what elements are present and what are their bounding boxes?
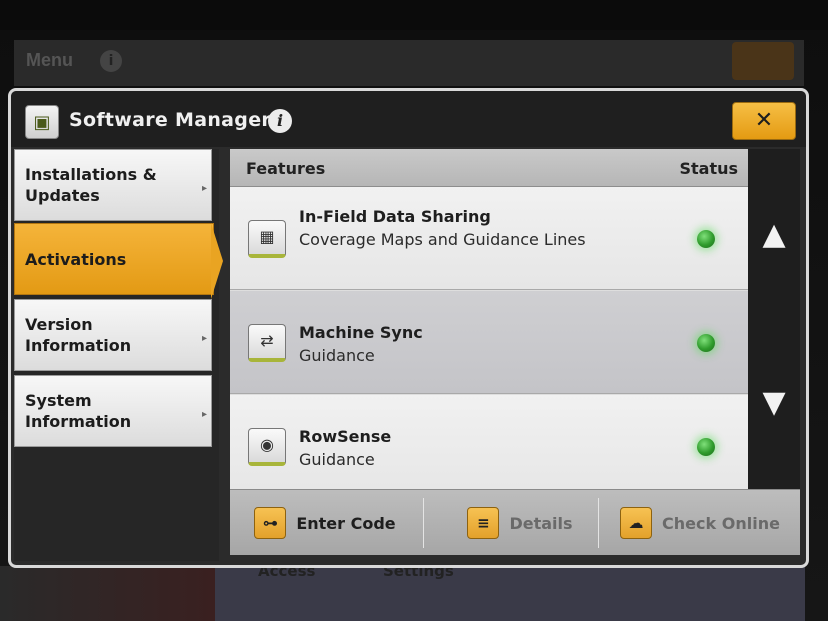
sidebar-item-system-information[interactable]: System Information ▸ <box>14 375 212 447</box>
status-active-icon <box>697 230 715 248</box>
sidebar-item-label: Activations <box>25 249 127 269</box>
key-icon: ⊶ <box>254 507 287 539</box>
features-table-header: Features Status <box>230 149 748 187</box>
scroll-up-button[interactable]: ▲ <box>748 149 800 317</box>
bottom-toolbar: ⊶ Enter Code ≡ Details ☁ Check Online <box>230 489 800 555</box>
sidebar-item-label: Version Information <box>25 315 132 355</box>
background-close-button <box>732 42 794 80</box>
sidebar-item-activations[interactable]: Activations <box>14 223 214 295</box>
cloud-download-icon: ☁ <box>620 507 653 539</box>
column-header-features: Features <box>246 159 326 178</box>
active-tab-pointer <box>211 223 223 299</box>
machine-sync-icon: ⇄ <box>248 324 286 362</box>
sidebar: Installations & Updates ▸ Activations Ve… <box>14 149 219 561</box>
column-header-status: Status <box>679 159 738 178</box>
details-button[interactable]: ≡ Details <box>425 490 615 556</box>
dialog-header: ▣ Software Manager i ✕ <box>11 91 806 147</box>
scroll-column: ▲ ▼ <box>748 149 800 489</box>
dialog-title: Software Manager <box>69 109 272 131</box>
enter-code-label: Enter Code <box>296 513 396 533</box>
data-sharing-icon: ▦ <box>248 220 286 258</box>
sidebar-item-installations-updates[interactable]: Installations & Updates ▸ <box>14 149 212 221</box>
background-bottom-left <box>0 566 215 621</box>
chevron-right-icon: ▸ <box>201 183 207 194</box>
status-active-icon <box>697 438 715 456</box>
info-icon[interactable]: i <box>268 109 292 133</box>
background-titlebar <box>14 40 804 86</box>
scroll-down-button[interactable]: ▼ <box>748 321 800 489</box>
feature-name: RowSense <box>299 427 392 446</box>
rowsense-icon: ◉ <box>248 428 286 466</box>
close-button[interactable]: ✕ <box>732 102 796 140</box>
features-panel: Features Status ▦ In-Field Data Sharing … <box>230 149 748 498</box>
background-info-icon: i <box>100 50 122 72</box>
background-menu-title: Menu <box>26 50 73 70</box>
feature-row[interactable]: ⇄ Machine Sync Guidance <box>230 291 748 394</box>
feature-description: Guidance <box>299 346 375 365</box>
check-online-label: Check Online <box>662 513 780 533</box>
sidebar-item-label: Installations & Updates <box>25 165 157 205</box>
toolbar-divider <box>598 498 599 548</box>
check-online-button[interactable]: ☁ Check Online <box>605 490 795 556</box>
toolbar-divider <box>423 498 424 548</box>
sidebar-item-label: System Information <box>25 391 132 431</box>
document-icon: ≡ <box>467 507 500 539</box>
status-active-icon <box>697 334 715 352</box>
chevron-right-icon: ▸ <box>201 409 207 420</box>
details-label: Details <box>509 513 573 533</box>
feature-row[interactable]: ▦ In-Field Data Sharing Coverage Maps an… <box>230 187 748 290</box>
feature-description: Guidance <box>299 450 375 469</box>
chevron-right-icon: ▸ <box>201 333 207 344</box>
feature-name: Machine Sync <box>299 323 423 342</box>
software-manager-dialog: ▣ Software Manager i ✕ Installations & U… <box>8 88 809 568</box>
feature-description: Coverage Maps and Guidance Lines <box>299 230 586 249</box>
screen-bezel <box>0 0 828 30</box>
enter-code-button[interactable]: ⊶ Enter Code <box>230 490 420 556</box>
software-manager-icon: ▣ <box>25 105 59 139</box>
sidebar-item-version-information[interactable]: Version Information ▸ <box>14 299 212 371</box>
feature-name: In-Field Data Sharing <box>299 207 491 226</box>
feature-row[interactable]: ◉ RowSense Guidance <box>230 395 748 498</box>
